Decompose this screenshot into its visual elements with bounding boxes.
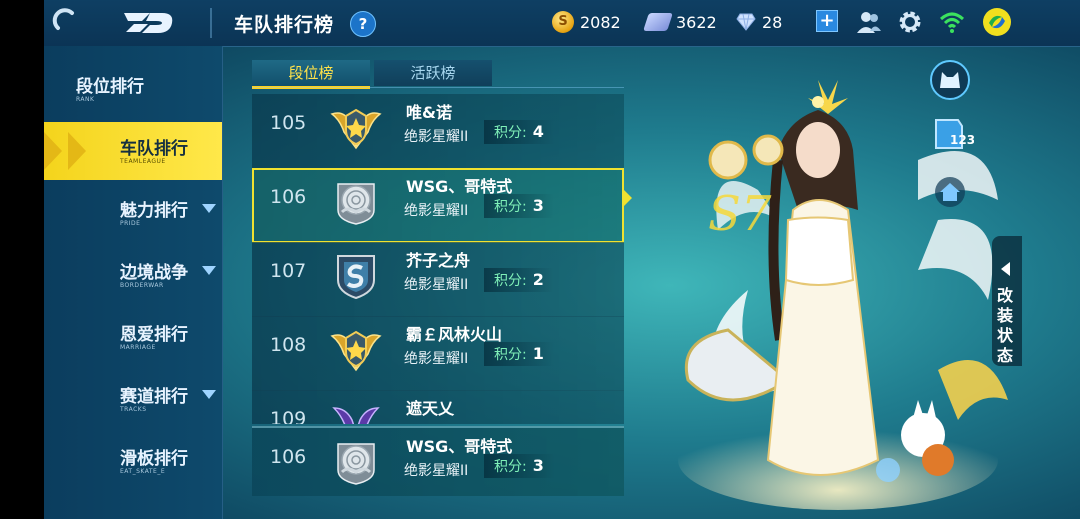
list-item-selected[interactable]: 106 WSG、哥特式 绝影星耀II 积分: 3 xyxy=(252,168,624,243)
rank-number: 106 xyxy=(270,446,307,468)
my-team-row[interactable]: 106 WSG、哥特式 绝影星耀II 积分: 3 xyxy=(252,426,624,496)
sidebar-item-sublabel: TEAMLEAGUE xyxy=(120,158,166,165)
coin-icon: S xyxy=(552,11,574,33)
sidebar-item-charm[interactable]: 魅力排行 PRIDE xyxy=(44,184,222,242)
page-title: 车队排行榜 xyxy=(234,14,335,36)
sidebar-item-label: 魅力排行 xyxy=(120,201,188,221)
chevron-right-icon xyxy=(44,132,62,170)
team-name: 唯&诺 xyxy=(406,103,452,122)
coin-counter: S 2082 xyxy=(552,10,621,34)
ticket-icon xyxy=(643,13,673,31)
selection-pointer-icon xyxy=(624,190,632,206)
wifi-icon xyxy=(939,12,965,33)
team-ranking-list[interactable]: 105 唯&诺 绝影星耀II 积分: 4 106 WSG、哥特式 绝影星耀II 积… xyxy=(252,94,624,424)
team-tier: 绝影星耀II xyxy=(404,203,469,219)
app-logo-icon[interactable] xyxy=(982,7,1012,37)
sidebar-item-team[interactable]: 车队排行 TEAMLEAGUE xyxy=(44,122,222,180)
sidebar-item-sublabel: EAT_SKATE_E xyxy=(120,468,166,475)
sidebar-item-border-war[interactable]: 边境战争 BORDERWAR xyxy=(44,246,222,304)
team-score: 积分: 3 xyxy=(484,194,554,218)
team-score: 积分: 3 xyxy=(484,454,554,478)
chevron-down-icon xyxy=(202,266,216,275)
home-icon[interactable] xyxy=(934,176,966,208)
level-badge-icon[interactable]: 123 xyxy=(930,114,974,154)
sidebar-item-label: 赛道排行 xyxy=(120,387,188,407)
gold-wing-badge-icon xyxy=(330,108,382,150)
character-avatar: S7 xyxy=(678,80,1008,510)
diamond-value: 28 xyxy=(762,12,783,32)
sidebar-item-label: 恩爱排行 xyxy=(120,325,188,345)
chevron-down-icon xyxy=(202,204,216,213)
rank-number: 107 xyxy=(270,260,307,282)
sidebar-item-label: 滑板排行 xyxy=(120,449,188,469)
ticket-value: 3622 xyxy=(676,12,717,32)
team-name: 芥子之舟 xyxy=(406,251,471,270)
team-score: 积分: 4 xyxy=(484,120,554,144)
team-name: 遮天乂 xyxy=(406,399,455,418)
add-currency-button[interactable]: + xyxy=(816,10,838,32)
rank-number: 109 xyxy=(270,408,307,424)
sidebar-item-label: 段位排行 xyxy=(76,77,144,97)
sidebar-item-sublabel: PRIDE xyxy=(120,220,141,227)
sidebar-item-sublabel: BORDERWAR xyxy=(120,282,164,289)
title-separator xyxy=(210,8,212,38)
sidebar-item-marriage[interactable]: 恩爱排行 MARRIAGE xyxy=(44,308,222,366)
list-item[interactable]: 107 芥子之舟 绝影星耀II 积分: 2 xyxy=(252,242,624,317)
sidebar-item-rank[interactable]: 段位排行 RANK xyxy=(0,60,178,118)
team-tier: 绝影星耀II xyxy=(404,129,469,145)
sidebar-item-sublabel: TRACKS xyxy=(120,406,147,413)
pet-cat-icon[interactable] xyxy=(930,60,970,100)
back-icon[interactable] xyxy=(52,8,78,34)
s7-emblem: S7 xyxy=(708,186,772,242)
team-tier: 绝影星耀II xyxy=(404,277,469,293)
purple-wing-badge-icon xyxy=(332,407,380,424)
coin-value: 2082 xyxy=(580,12,621,32)
gear-icon[interactable] xyxy=(897,9,923,35)
sidebar-item-sublabel: MARRIAGE xyxy=(120,344,156,351)
sidebar-item-label: 边境战争 xyxy=(120,263,188,283)
tab-divider xyxy=(252,87,624,88)
list-item[interactable]: 108 霸￡风林火山 绝影星耀II 积分: 1 xyxy=(252,316,624,391)
leaderboard-tabs: 段位榜 活跃榜 xyxy=(252,60,624,89)
team-tier: 绝影星耀II xyxy=(404,463,469,479)
team-tier: 绝影星耀II xyxy=(404,351,469,367)
gold-wing-badge-icon xyxy=(330,330,382,372)
sidebar-item-skateboard[interactable]: 滑板排行 EAT_SKATE_E xyxy=(44,432,222,490)
diamond-counter: 28 xyxy=(736,10,782,34)
rank-number: 106 xyxy=(270,186,307,208)
list-item[interactable]: 105 唯&诺 绝影星耀II 积分: 4 xyxy=(252,94,624,169)
sidebar-item-sublabel: RANK xyxy=(76,96,95,103)
mod-status-label[interactable]: 改装状态 xyxy=(997,286,1015,366)
silver-rose-badge-icon xyxy=(337,183,375,225)
chevron-right-icon xyxy=(68,132,86,170)
tab-rank-board[interactable]: 段位榜 xyxy=(252,60,370,89)
team-score: 积分: 1 xyxy=(484,342,554,366)
blue-shield-badge-icon xyxy=(337,255,375,300)
sidebar-item-label: 车队排行 xyxy=(120,139,188,159)
diamond-icon xyxy=(736,13,756,31)
rank-number: 108 xyxy=(270,334,307,356)
silver-rose-badge-icon xyxy=(337,443,375,485)
chevron-down-icon xyxy=(202,390,216,399)
game-logo-icon xyxy=(124,13,173,33)
list-item[interactable]: 109 遮天乂 xyxy=(252,390,624,424)
ticket-counter: 3622 xyxy=(643,10,717,34)
rank-number: 105 xyxy=(270,112,307,134)
friends-icon[interactable] xyxy=(856,9,882,35)
level-badge-value: 123 xyxy=(950,133,974,147)
sidebar-item-tracks[interactable]: 赛道排行 TRACKS xyxy=(44,370,222,428)
tab-active-board[interactable]: 活跃榜 xyxy=(374,60,492,86)
team-score: 积分: 2 xyxy=(484,268,554,292)
chevron-left-icon xyxy=(1001,262,1010,276)
help-button[interactable]: ? xyxy=(350,11,376,37)
